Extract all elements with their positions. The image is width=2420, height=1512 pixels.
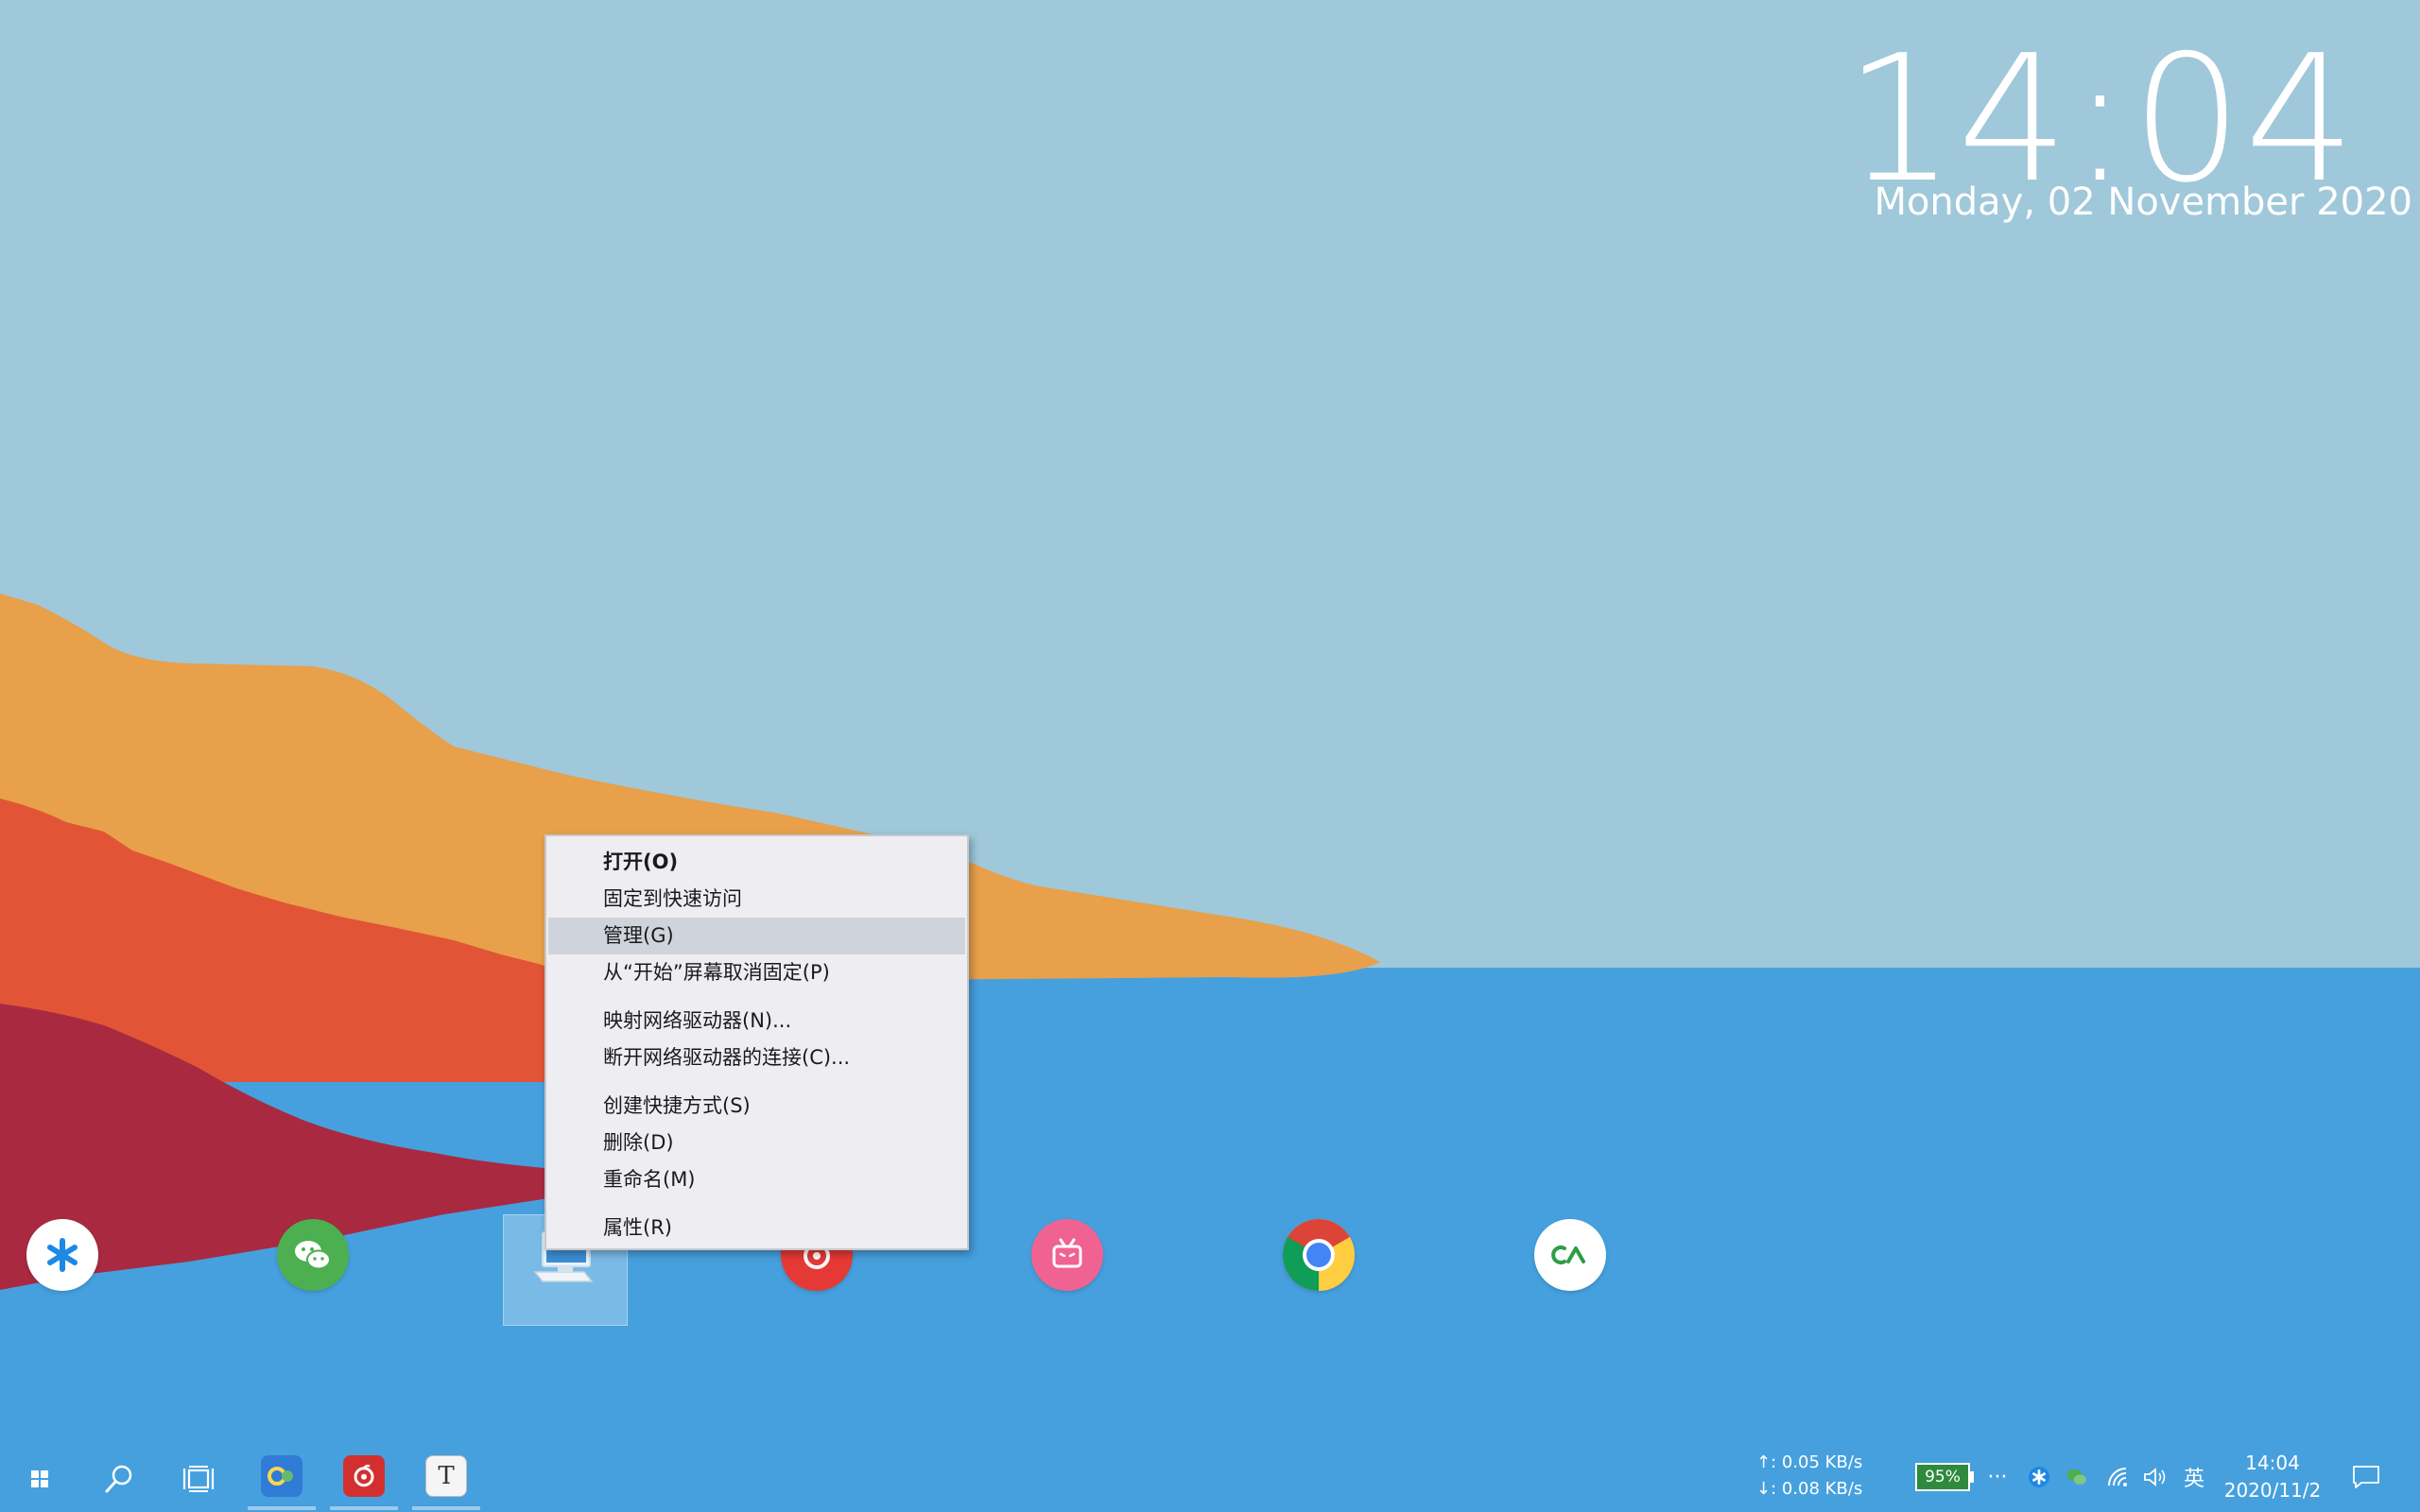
typora-icon[interactable]: T (425, 1455, 467, 1497)
menu-item-disconnect-network-drive[interactable]: 断开网络驱动器的连接(C)... (548, 1040, 965, 1076)
browser-icon[interactable] (261, 1455, 302, 1497)
notification-center-icon[interactable] (2350, 1463, 2382, 1491)
chrome-icon[interactable] (1283, 1219, 1355, 1291)
task-view-icon[interactable] (168, 1446, 229, 1512)
browser-running-indicator (248, 1506, 316, 1510)
taskbar-time: 14:04 (2245, 1452, 2300, 1474)
input-method-indicator[interactable]: 英 (2180, 1463, 2208, 1491)
clock-widget-date: Monday, 02 November 2020 (1874, 180, 2412, 224)
menu-item-delete[interactable]: 删除(D) (548, 1125, 965, 1161)
download-speed: ↓: 0.08 KB/s (1756, 1479, 1863, 1499)
ca-app-icon[interactable] (1534, 1219, 1606, 1291)
menu-item-map-network-drive[interactable]: 映射网络驱动器(N)... (548, 1003, 965, 1040)
asterisk-app-icon[interactable] (26, 1219, 98, 1291)
menu-separator (546, 1076, 967, 1088)
menu-item-open[interactable]: 打开(O) (548, 844, 965, 881)
menu-item-pin-quick-access[interactable]: 固定到快速访问 (548, 881, 965, 918)
wallpaper (0, 0, 2420, 1512)
typora-glyph: T (438, 1462, 455, 1490)
wifi-icon[interactable] (2104, 1463, 2133, 1491)
upload-speed: ↑: 0.05 KB/s (1756, 1452, 1863, 1472)
menu-separator (546, 1198, 967, 1210)
menu-separator (546, 991, 967, 1003)
menu-item-manage[interactable]: 管理(G) (548, 918, 965, 954)
battery-tip (1970, 1471, 1974, 1483)
context-menu: 打开(O) 固定到快速访问 管理(G) 从“开始”屏幕取消固定(P) 映射网络驱… (544, 834, 969, 1250)
music-running-indicator (330, 1506, 398, 1510)
menu-item-rename[interactable]: 重命名(M) (548, 1161, 965, 1198)
tray-wechat-icon[interactable] (2063, 1463, 2091, 1491)
netease-music-icon[interactable] (343, 1455, 385, 1497)
search-icon[interactable] (89, 1446, 149, 1512)
menu-item-properties[interactable]: 属性(R) (548, 1210, 965, 1246)
taskbar-date: 2020/11/2 (2223, 1479, 2322, 1502)
volume-icon[interactable] (2142, 1463, 2170, 1491)
menu-item-create-shortcut[interactable]: 创建快捷方式(S) (548, 1088, 965, 1125)
battery-indicator[interactable]: 95% (1915, 1463, 1970, 1491)
menu-item-unpin-start[interactable]: 从“开始”屏幕取消固定(P) (548, 954, 965, 991)
typora-running-indicator (412, 1506, 480, 1510)
wechat-icon[interactable] (277, 1219, 349, 1291)
taskbar-clock[interactable]: 14:04 2020/11/2 (2212, 1450, 2333, 1504)
bilibili-icon[interactable] (1031, 1219, 1103, 1291)
start-icon[interactable] (9, 1446, 70, 1512)
tray-asterisk-icon[interactable] (2025, 1463, 2053, 1491)
tray-overflow-icon[interactable]: ··· (1983, 1463, 2012, 1491)
desktop[interactable]: 14:04 Monday, 02 November 2020 打开(O) 固定到… (0, 0, 2420, 1512)
network-speed: ↑: 0.05 KB/s ↓: 0.08 KB/s (1756, 1450, 1870, 1503)
